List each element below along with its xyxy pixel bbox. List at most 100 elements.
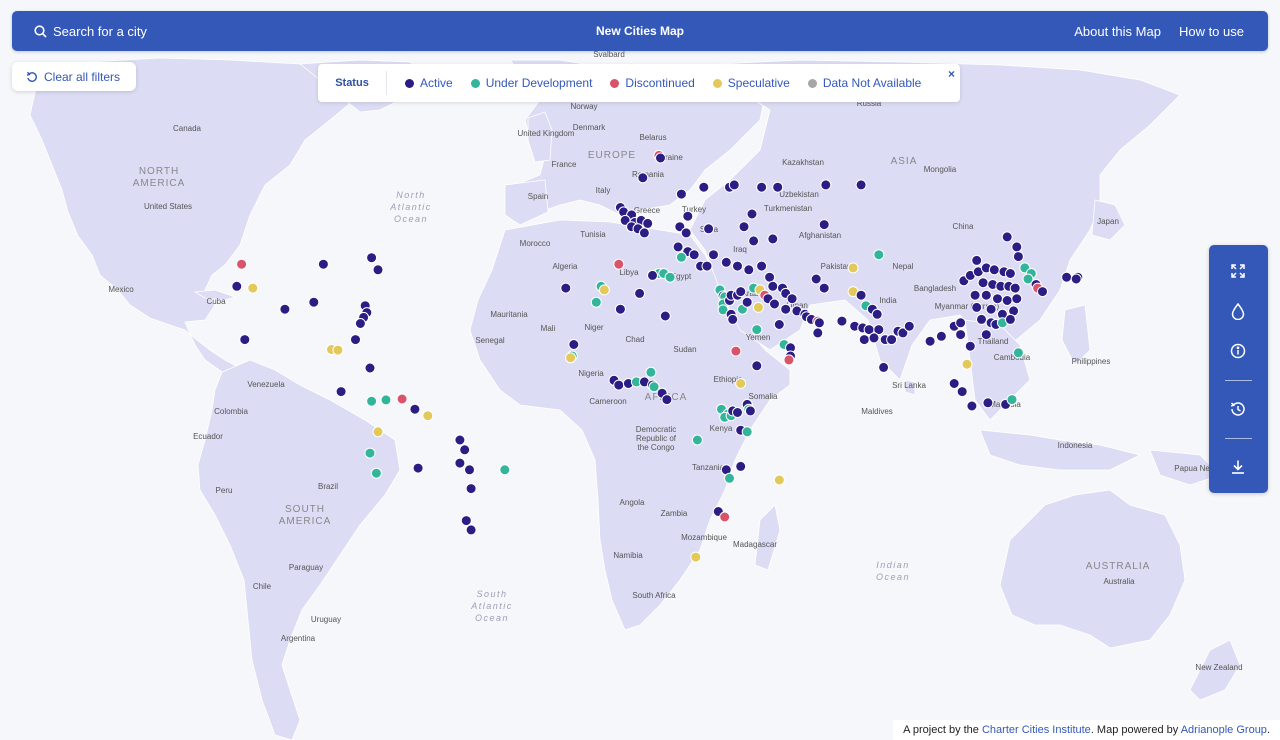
city-marker[interactable] <box>682 210 694 222</box>
city-marker[interactable] <box>655 152 666 164</box>
city-marker[interactable] <box>980 329 992 341</box>
city-marker[interactable] <box>691 434 703 446</box>
city-marker[interactable] <box>971 254 983 266</box>
city-marker[interactable] <box>810 273 822 285</box>
city-marker[interactable] <box>372 426 384 438</box>
clear-filters-button[interactable]: Clear all filters <box>12 62 137 91</box>
city-marker[interactable] <box>780 303 792 315</box>
city-marker[interactable] <box>956 386 968 398</box>
city-marker[interactable] <box>703 223 715 235</box>
world-map[interactable]: NORTHAMERICASOUTHAMERICAEUROPEAFRICAASIA… <box>0 0 1280 740</box>
city-marker[interactable] <box>820 179 832 191</box>
city-marker[interactable] <box>767 280 779 292</box>
city-marker[interactable] <box>454 457 466 469</box>
city-marker[interactable] <box>1037 286 1048 298</box>
drop-icon[interactable] <box>1227 300 1249 322</box>
city-marker[interactable] <box>664 271 676 283</box>
city-marker[interactable] <box>701 260 713 272</box>
city-marker[interactable] <box>708 249 719 261</box>
city-marker[interactable] <box>308 296 320 308</box>
info-icon[interactable] <box>1227 340 1249 362</box>
city-marker[interactable] <box>634 287 646 299</box>
city-marker[interactable] <box>613 379 625 391</box>
city-marker[interactable] <box>690 551 702 563</box>
city-marker[interactable] <box>372 264 384 276</box>
city-marker[interactable] <box>813 317 825 329</box>
city-marker[interactable] <box>886 334 898 346</box>
city-marker[interactable] <box>735 286 747 298</box>
city-marker[interactable] <box>642 217 654 229</box>
city-marker[interactable] <box>752 301 764 313</box>
city-marker[interactable] <box>855 179 867 191</box>
city-marker[interactable] <box>1012 251 1024 263</box>
city-marker[interactable] <box>1004 268 1016 279</box>
city-marker[interactable] <box>878 361 890 373</box>
download-icon[interactable] <box>1227 456 1249 478</box>
legend-item-speculative[interactable]: Speculative <box>712 76 790 90</box>
city-marker[interactable] <box>236 258 248 270</box>
city-marker[interactable] <box>741 296 753 308</box>
city-marker[interactable] <box>735 378 747 389</box>
history-icon[interactable] <box>1227 398 1249 420</box>
city-marker[interactable] <box>335 386 347 398</box>
city-marker[interactable] <box>231 280 243 292</box>
city-marker[interactable] <box>637 172 649 184</box>
city-marker[interactable] <box>955 329 967 341</box>
city-marker[interactable] <box>590 296 602 308</box>
city-marker[interactable] <box>858 334 870 346</box>
city-marker[interactable] <box>675 251 687 263</box>
legend-item-active[interactable]: Active <box>405 76 453 90</box>
city-marker[interactable] <box>728 179 740 191</box>
city-marker[interactable] <box>465 524 477 536</box>
city-marker[interactable] <box>454 434 466 446</box>
city-marker[interactable] <box>855 289 867 301</box>
city-marker[interactable] <box>818 219 830 231</box>
city-marker[interactable] <box>317 258 329 270</box>
city-marker[interactable] <box>903 320 915 332</box>
city-marker[interactable] <box>966 400 978 412</box>
city-marker[interactable] <box>647 269 658 281</box>
city-marker[interactable] <box>756 181 768 193</box>
city-marker[interactable] <box>992 293 1003 305</box>
city-marker[interactable] <box>873 249 885 261</box>
city-marker[interactable] <box>1012 347 1024 359</box>
city-marker[interactable] <box>751 360 763 372</box>
city-marker[interactable] <box>1009 282 1021 294</box>
city-marker[interactable] <box>680 227 692 239</box>
city-marker[interactable] <box>366 252 378 264</box>
legend-item-under-development[interactable]: Under Development <box>470 76 592 90</box>
city-marker[interactable] <box>1061 271 1073 283</box>
city-marker[interactable] <box>638 227 650 239</box>
city-marker[interactable] <box>354 318 366 329</box>
city-marker[interactable] <box>672 241 684 253</box>
city-marker[interactable] <box>613 258 625 270</box>
city-marker[interactable] <box>732 407 743 418</box>
city-marker[interactable] <box>969 289 981 301</box>
legend-item-data-not-available[interactable]: Data Not Available <box>807 76 921 90</box>
city-marker[interactable] <box>772 181 784 193</box>
city-marker[interactable] <box>976 313 987 325</box>
city-marker[interactable] <box>465 483 477 495</box>
city-marker[interactable] <box>464 464 475 476</box>
city-marker[interactable] <box>748 235 760 247</box>
city-marker[interactable] <box>560 282 572 294</box>
expand-icon[interactable] <box>1227 260 1249 282</box>
city-marker[interactable] <box>239 334 251 346</box>
city-marker[interactable] <box>460 515 472 527</box>
city-marker[interactable] <box>738 221 750 233</box>
city-marker[interactable] <box>568 339 580 350</box>
city-marker[interactable] <box>773 319 785 330</box>
city-marker[interactable] <box>756 260 768 272</box>
city-marker[interactable] <box>659 310 671 322</box>
city-marker[interactable] <box>764 271 776 283</box>
city-marker[interactable] <box>370 467 382 479</box>
city-marker[interactable] <box>985 303 997 315</box>
how-to-use-link[interactable]: How to use <box>1179 24 1244 39</box>
city-marker[interactable] <box>871 308 883 320</box>
city-marker[interactable] <box>1011 241 1023 253</box>
about-map-link[interactable]: About this Map <box>1074 24 1161 39</box>
city-marker[interactable] <box>751 324 763 336</box>
city-marker[interactable] <box>645 366 657 378</box>
city-marker[interactable] <box>964 340 976 352</box>
city-marker[interactable] <box>783 354 795 366</box>
